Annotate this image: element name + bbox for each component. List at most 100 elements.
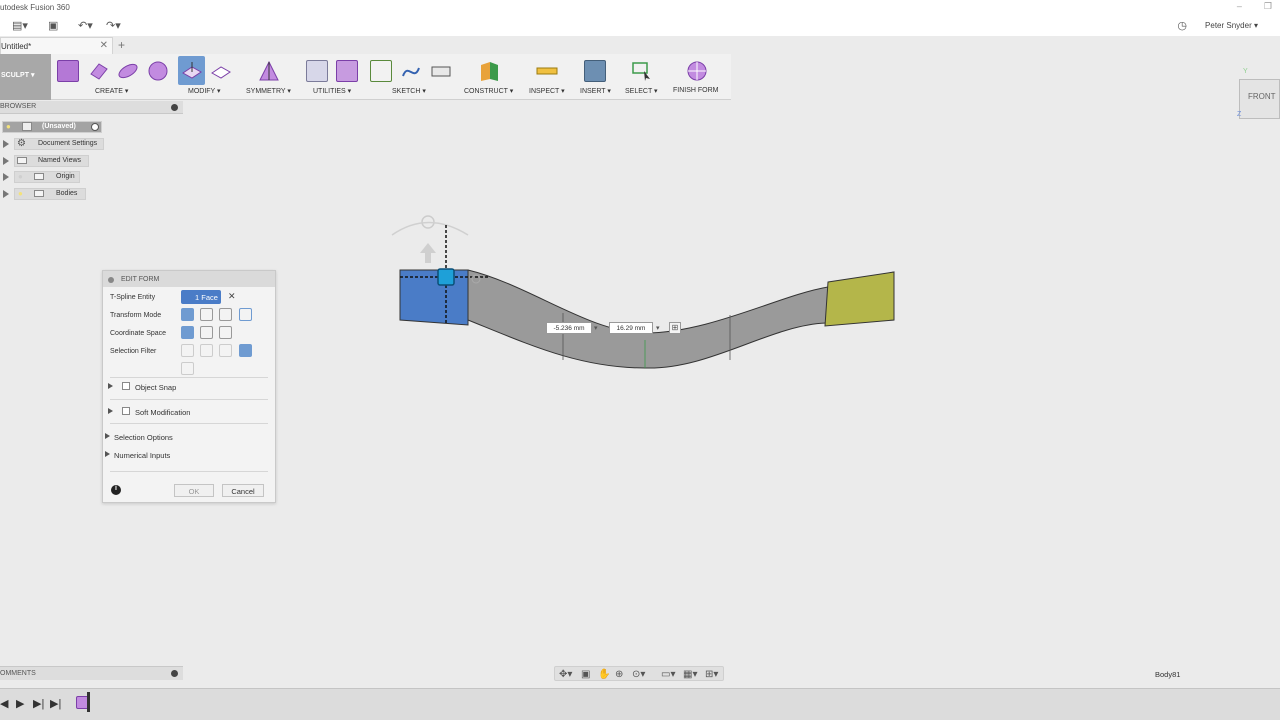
expand-icon[interactable] xyxy=(3,140,9,148)
create-menu[interactable]: CREATE ▾ xyxy=(95,87,128,95)
browser-item-origin[interactable]: ● Origin xyxy=(0,170,104,183)
coord-local-icon[interactable] xyxy=(219,326,232,339)
lightbulb-icon[interactable]: ● xyxy=(18,189,23,198)
measure-icon[interactable] xyxy=(536,60,558,82)
edit-form-header[interactable]: EDIT FORM xyxy=(103,271,275,287)
transform-translate-icon[interactable] xyxy=(200,308,213,321)
construct-menu[interactable]: CONSTRUCT ▾ xyxy=(464,87,513,95)
expand-icon[interactable] xyxy=(3,190,9,198)
modify-menu[interactable]: MODIFY ▾ xyxy=(188,87,221,95)
highlight-face[interactable] xyxy=(824,271,895,327)
undo-icon[interactable]: ↶▾ xyxy=(78,19,93,32)
restore-icon[interactable]: ❐ xyxy=(1264,1,1272,12)
tspline-entity-selection[interactable]: 1 Face xyxy=(181,290,221,304)
view-cube[interactable]: FRONT xyxy=(1239,79,1280,119)
workspace-switcher[interactable]: SCULPT ▾ xyxy=(0,54,51,100)
rectangle-icon[interactable] xyxy=(430,60,452,82)
zoom-icon[interactable]: ⊕ xyxy=(615,669,623,680)
dimension-input-y[interactable]: 16.29 mm xyxy=(609,322,653,334)
filter-body-icon[interactable] xyxy=(181,362,194,375)
filter-all-icon[interactable] xyxy=(239,344,252,357)
browser-item-bodies[interactable]: ● Bodies xyxy=(0,187,104,200)
move-arrow-icon[interactable] xyxy=(420,243,436,263)
dim-options-icon[interactable]: ⊞ xyxy=(669,322,681,334)
go-to-end-icon[interactable]: ▶| xyxy=(50,697,61,710)
browser-pin-icon[interactable] xyxy=(171,104,178,111)
expand-icon[interactable] xyxy=(105,433,110,439)
fit-icon[interactable]: ⊙▾ xyxy=(632,669,645,680)
minimize-icon[interactable]: – xyxy=(1237,1,1242,12)
coord-view-icon[interactable] xyxy=(200,326,213,339)
transform-multi-icon[interactable] xyxy=(181,308,194,321)
viewports-icon[interactable]: ⊞▾ xyxy=(705,669,718,680)
coord-world-icon[interactable] xyxy=(181,326,194,339)
dimension-input-x[interactable]: -5.236 mm xyxy=(546,322,592,334)
expand-icon[interactable] xyxy=(108,408,113,414)
ok-button[interactable]: OK xyxy=(174,484,214,497)
selected-face[interactable] xyxy=(399,269,469,326)
sphere-icon[interactable] xyxy=(147,60,169,82)
pan-icon[interactable]: ✋ xyxy=(598,669,610,680)
select-menu[interactable]: SELECT ▾ xyxy=(625,87,658,95)
expand-icon[interactable] xyxy=(105,451,110,457)
insert-edge-icon[interactable] xyxy=(210,60,232,82)
filter-face-icon[interactable] xyxy=(219,344,232,357)
comments-header[interactable]: OMMENTS xyxy=(0,666,183,680)
selection-options-section[interactable]: Selection Options xyxy=(103,429,275,445)
finish-form-button[interactable]: FINISH FORM xyxy=(673,87,719,94)
object-snap-section[interactable]: Object Snap xyxy=(103,379,275,395)
box-icon[interactable] xyxy=(57,60,79,82)
browser-item-document-settings[interactable]: ⚙ Document Settings xyxy=(0,137,104,150)
filter-edge-icon[interactable] xyxy=(200,344,213,357)
plane-icon[interactable] xyxy=(88,60,110,82)
redo-icon[interactable]: ↷▾ xyxy=(106,19,121,32)
create-sketch-icon[interactable] xyxy=(370,60,392,82)
soft-modification-checkbox[interactable] xyxy=(122,407,130,415)
numerical-inputs-section[interactable]: Numerical Inputs xyxy=(103,447,275,463)
utilities-icon[interactable] xyxy=(306,60,328,82)
insert-image-icon[interactable] xyxy=(584,60,606,82)
display-settings-icon[interactable]: ▭▾ xyxy=(661,669,675,680)
close-tab-icon[interactable]: ✕ xyxy=(100,40,108,51)
browser-item-named-views[interactable]: Named Views xyxy=(0,154,104,167)
clear-selection-icon[interactable]: ✕ xyxy=(228,291,236,302)
transform-rotate-icon[interactable] xyxy=(219,308,232,321)
display-mode-icon[interactable] xyxy=(336,60,358,82)
info-icon[interactable]: i xyxy=(111,485,121,495)
step-back-icon[interactable]: ◀ xyxy=(0,697,8,710)
comments-pin-icon[interactable] xyxy=(171,670,178,677)
play-icon[interactable]: ▶ xyxy=(16,697,24,710)
tspline-body[interactable] xyxy=(380,205,910,385)
insert-menu[interactable]: INSERT ▾ xyxy=(580,87,611,95)
spline-icon[interactable] xyxy=(400,60,422,82)
new-tab-icon[interactable]: + xyxy=(118,38,125,52)
dim-dropdown-icon[interactable]: ▾ xyxy=(656,324,660,332)
dim-dropdown-icon[interactable]: ▾ xyxy=(594,324,598,332)
orbit-icon[interactable]: ✥▾ xyxy=(559,669,572,680)
expand-icon[interactable] xyxy=(3,173,9,181)
transform-scale-icon[interactable] xyxy=(239,308,252,321)
soft-modification-section[interactable]: Soft Modification xyxy=(103,404,275,420)
select-icon[interactable] xyxy=(631,60,653,82)
expand-icon[interactable] xyxy=(3,157,9,165)
utilities-menu[interactable]: UTILITIES ▾ xyxy=(313,87,351,95)
job-status-icon[interactable]: ◷ xyxy=(1177,19,1187,32)
symmetry-menu[interactable]: SYMMETRY ▾ xyxy=(246,87,291,95)
step-forward-icon[interactable]: ▶| xyxy=(33,697,44,710)
construct-plane-icon[interactable] xyxy=(478,60,500,82)
grid-icon[interactable]: ▦▾ xyxy=(683,669,697,680)
edit-form-icon[interactable] xyxy=(181,60,203,82)
timeline-marker[interactable] xyxy=(87,692,90,712)
activate-icon[interactable] xyxy=(91,123,99,131)
user-menu[interactable]: Peter Snyder ▾ xyxy=(1205,21,1258,30)
save-icon[interactable]: ▣ xyxy=(48,19,58,32)
inspect-menu[interactable]: INSPECT ▾ xyxy=(529,87,565,95)
symmetry-icon[interactable] xyxy=(258,60,280,82)
finish-form-icon[interactable] xyxy=(686,60,708,82)
expand-icon[interactable] xyxy=(108,383,113,389)
sketch-menu[interactable]: SKETCH ▾ xyxy=(392,87,426,95)
look-at-icon[interactable]: ▣ xyxy=(581,669,590,680)
object-snap-checkbox[interactable] xyxy=(122,382,130,390)
cancel-button[interactable]: Cancel xyxy=(222,484,264,497)
filter-vertex-icon[interactable] xyxy=(181,344,194,357)
